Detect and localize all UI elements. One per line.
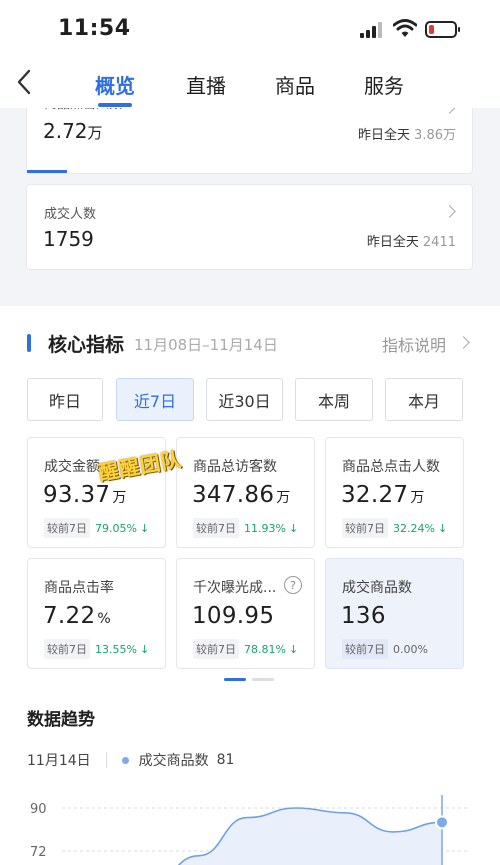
metric-compare: 较前7日 11.93% ↓: [193, 518, 298, 538]
arrow-down-icon: ↓: [288, 521, 299, 535]
date-range: 11月08日–11月14日: [134, 336, 278, 354]
arrow-down-icon: ↓: [139, 521, 150, 535]
metric-ctr[interactable]: 商品点击率 7.22% 较前7日 13.55% ↓: [27, 558, 166, 669]
metric-value: 109.95: [192, 603, 275, 629]
metric-compare: 较前7日 79.05% ↓: [44, 518, 149, 538]
y-tick-label: 90: [30, 802, 47, 817]
segment-this-month[interactable]: 本月: [385, 378, 463, 421]
summary-cards: 商品点击人数 2.72万 昨日全天3.86万 成交人数 1759 昨日全天241…: [0, 100, 500, 296]
segment-this-week[interactable]: 本周: [295, 378, 373, 421]
segment-30-days[interactable]: 近30日: [206, 378, 283, 421]
metric-value: 93.37 万: [43, 482, 127, 508]
metric-value: 136: [341, 603, 386, 629]
tab-overview[interactable]: 概览: [95, 70, 135, 99]
metric-items-sold[interactable]: 成交商品数 136 较前7日 0.00%: [325, 558, 464, 669]
arrow-down-icon: ↓: [437, 521, 448, 535]
metric-cpm[interactable]: 千次曝光成... ? 109.95 较前7日 78.81% ↓: [176, 558, 315, 669]
y-tick-label: 72: [30, 845, 47, 860]
battery-icon: [425, 21, 460, 38]
trend-title: 数据趋势: [27, 710, 95, 730]
tab-products[interactable]: 商品: [275, 70, 315, 99]
chevron-right-icon[interactable]: [457, 336, 470, 349]
section-marker: [27, 334, 31, 352]
summary-card-product-clicks[interactable]: 商品点击人数 2.72万 昨日全天3.86万: [26, 100, 473, 174]
chart-legend: 11月14日 成交商品数 81: [27, 750, 234, 770]
metric-value: 32.27 万: [341, 482, 425, 508]
metric-label: 成交商品数: [342, 580, 412, 596]
section-divider: [0, 288, 500, 306]
metric-label: 商品总访客数: [193, 459, 277, 475]
status-time: 11:54: [58, 16, 131, 41]
card-value: 2.72万: [43, 119, 103, 143]
legend-dot: [121, 756, 129, 764]
card-label: 成交人数: [44, 207, 97, 222]
tab-live[interactable]: 直播: [186, 70, 226, 99]
card-compare: 昨日全天 2411: [366, 235, 456, 250]
status-bar: 11:54: [0, 0, 500, 56]
card-compare: 昨日全天 3.86万: [358, 128, 456, 143]
data-point-highlight[interactable]: [435, 815, 449, 830]
segment-yesterday[interactable]: 昨日: [27, 378, 103, 421]
card-value: 1759: [43, 227, 94, 251]
metric-visitors[interactable]: 商品总访客数 347.86 万 较前7日 11.93% ↓: [176, 437, 315, 548]
legend-value: 81: [216, 752, 235, 768]
trend-date: 11月14日: [27, 753, 91, 769]
metric-compare: 较前7日 0.00%: [342, 639, 428, 659]
back-arrow-icon[interactable]: [14, 68, 36, 96]
metric-label: 成交金额: [44, 459, 100, 475]
metric-label: 商品点击率: [44, 580, 114, 596]
metric-value: 347.86 万: [192, 482, 291, 508]
metrics-help-link[interactable]: 指标说明: [382, 332, 446, 356]
metric-compare: 较前7日 32.24% ↓: [342, 518, 447, 538]
top-nav: 概览 直播 商品 服务: [0, 56, 500, 108]
segment-7-days[interactable]: 近7日: [116, 378, 194, 421]
wifi-icon: [393, 19, 417, 37]
section-title: 核心指标: [48, 334, 125, 356]
summary-card-buyers[interactable]: 成交人数 1759 昨日全天 2411: [26, 184, 473, 270]
help-icon[interactable]: ?: [284, 576, 302, 594]
core-metrics-header: 核心指标 11月08日–11月14日 指标说明: [0, 318, 500, 368]
metric-compare: 较前7日 78.81% ↓: [193, 639, 298, 659]
active-tab-indicator: [98, 103, 132, 107]
metric-clickers[interactable]: 商品总点击人数 32.27 万 较前7日 32.24% ↓: [325, 437, 464, 548]
arrow-down-icon: ↓: [139, 642, 150, 656]
metric-compare: 较前7日 13.55% ↓: [44, 639, 149, 659]
metric-value: 7.22%: [43, 603, 112, 629]
chevron-right-icon: [443, 205, 456, 218]
card-progress: [27, 170, 67, 173]
arrow-down-icon: ↓: [288, 642, 299, 656]
metric-label: 千次曝光成...: [193, 580, 277, 596]
metric-label: 商品总点击人数: [342, 459, 440, 475]
trend-chart[interactable]: 72 90: [0, 790, 500, 865]
tab-service[interactable]: 服务: [364, 70, 404, 99]
legend-label: 成交商品数: [138, 753, 209, 769]
signal-icon: [360, 22, 384, 38]
